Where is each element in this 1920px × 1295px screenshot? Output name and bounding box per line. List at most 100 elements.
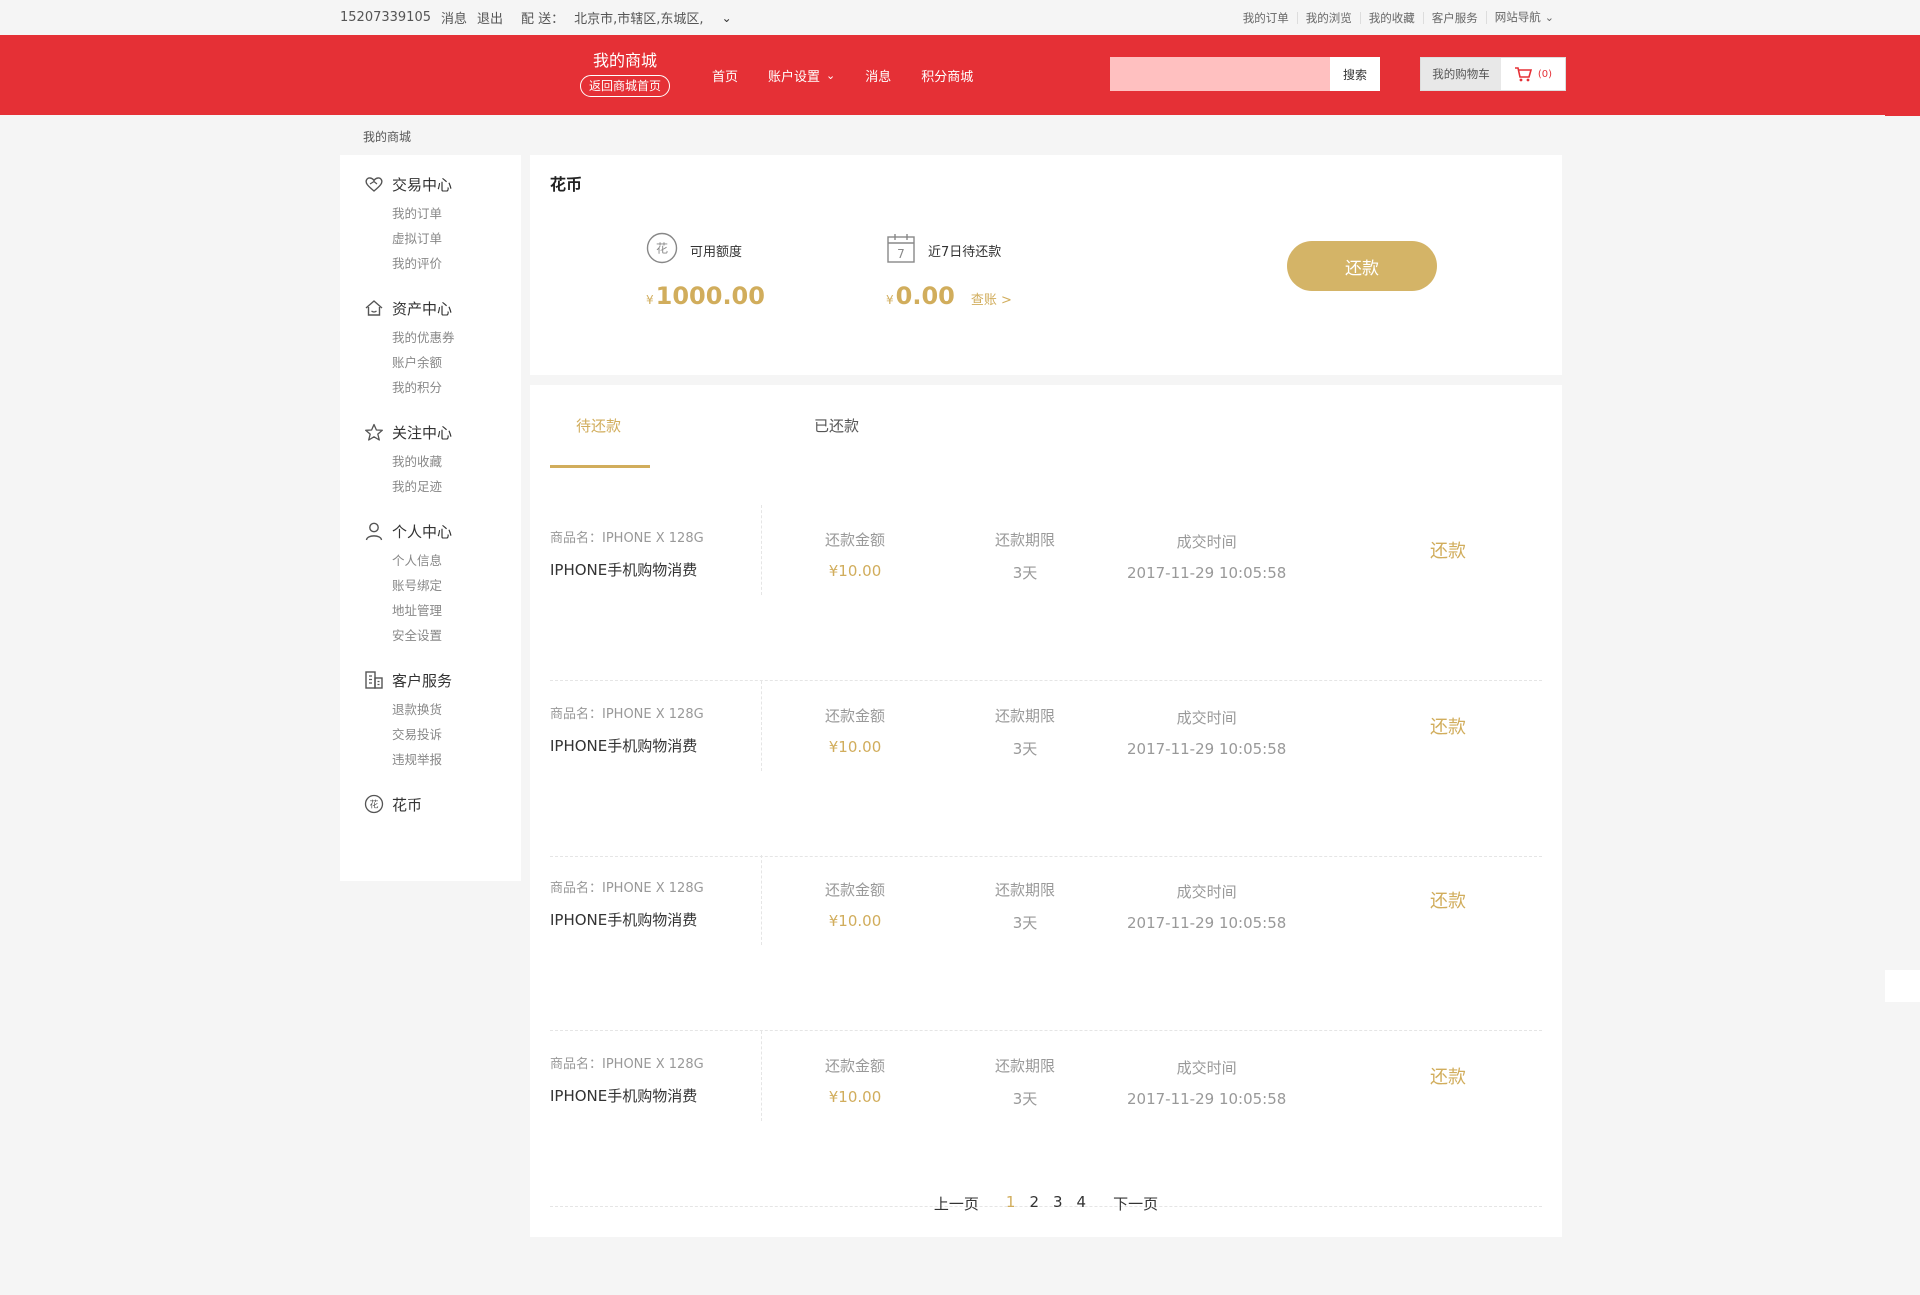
- delivery-address[interactable]: 北京市,市辖区,东城区,: [574, 8, 703, 27]
- nav-points-mall[interactable]: 积分商城: [921, 66, 973, 85]
- sidebar-item-report[interactable]: 违规举报: [364, 747, 452, 772]
- nav-home[interactable]: 首页: [712, 66, 738, 85]
- prev-page-button[interactable]: 上一页: [934, 1193, 979, 1214]
- sidebar-item-coupons[interactable]: 我的优惠券: [364, 325, 455, 350]
- record-row: 商品名：IPHONE X 128G IPHONE手机购物消费 还款金额 ¥10.…: [550, 855, 1542, 1031]
- available-credit-label: 可用额度: [690, 244, 743, 260]
- sidebar-item-addresses[interactable]: 地址管理: [364, 598, 452, 623]
- record-amount-value: ¥10.00: [828, 562, 882, 580]
- due-7days-label: 近7日待还款: [928, 244, 1002, 260]
- page-3-button[interactable]: 3: [1053, 1193, 1063, 1214]
- sidebar-item-profile[interactable]: 个人信息: [364, 548, 452, 573]
- repay-button[interactable]: 还款: [1287, 241, 1437, 291]
- sidebar-item-account-binding[interactable]: 账号绑定: [364, 573, 452, 598]
- sidebar-heading-label: 关注中心: [392, 423, 453, 442]
- top-link-service[interactable]: 客户服务: [1422, 11, 1486, 24]
- cart-count: (0): [1537, 68, 1553, 80]
- due-7days-value: 0.00: [895, 282, 955, 310]
- tab-pending[interactable]: 待还款: [576, 415, 621, 436]
- top-bar: 15207339105 消息 退出 配 送： 北京市,市辖区,东城区, ⌄ 我的…: [0, 0, 1920, 35]
- page-4-button[interactable]: 4: [1077, 1193, 1087, 1214]
- record-term-label: 还款期限: [995, 531, 1056, 549]
- record-amount: 还款金额 ¥10.00: [825, 1055, 885, 1106]
- top-link-orders[interactable]: 我的订单: [1235, 12, 1297, 24]
- sidebar-item-refund[interactable]: 退款换货: [364, 697, 452, 722]
- record-time-value: 2017-11-29 10:05:58: [1127, 914, 1287, 932]
- cart-label[interactable]: 我的购物车: [1421, 58, 1501, 90]
- sidebar-item-balance[interactable]: 账户余额: [364, 350, 455, 375]
- record-repay-button[interactable]: 还款: [1430, 1063, 1466, 1089]
- floating-side-widget[interactable]: [1885, 970, 1920, 1002]
- top-link-history[interactable]: 我的浏览: [1296, 11, 1360, 24]
- sidebar-group-service: 客户服务 退款换货 交易投诉 违规举报: [364, 669, 452, 772]
- record-repay-button[interactable]: 还款: [1430, 537, 1466, 563]
- record-model: 商品名：IPHONE X 128G: [550, 707, 704, 722]
- record-model: 商品名：IPHONE X 128G: [550, 1057, 704, 1072]
- sidebar-heading-label: 交易中心: [392, 175, 453, 194]
- main-header: 我的商城 返回商城首页 首页 账户设置 ⌄ 消息 积分商城 搜索 我的购物车 (…: [0, 35, 1920, 115]
- page-2-button[interactable]: 2: [1029, 1193, 1039, 1214]
- sidebar-item-complaint[interactable]: 交易投诉: [364, 722, 452, 747]
- record-time-label: 成交时间: [1176, 533, 1237, 551]
- sidebar-heading-assets[interactable]: 资产中心: [364, 297, 455, 319]
- record-amount: 还款金额 ¥10.00: [825, 705, 885, 756]
- logout-link[interactable]: 退出: [477, 8, 503, 27]
- sidebar-item-points[interactable]: 我的积分: [364, 375, 455, 400]
- search-input[interactable]: [1110, 57, 1330, 91]
- record-repay-button[interactable]: 还款: [1430, 887, 1466, 913]
- record-term-label: 还款期限: [995, 707, 1056, 725]
- nav-messages[interactable]: 消息: [865, 66, 891, 85]
- sidebar-heading-service[interactable]: 客户服务: [364, 669, 452, 691]
- sidebar-heading-label: 个人中心: [392, 522, 453, 541]
- sidebar-item-my-orders[interactable]: 我的订单: [364, 201, 452, 226]
- top-bar-right: 我的订单 我的浏览 我的收藏 客户服务 网站导航 ⌄: [1235, 0, 1562, 35]
- record-name: IPHONE手机购物消费: [550, 1087, 698, 1105]
- record-time-value: 2017-11-29 10:05:58: [1127, 740, 1287, 758]
- record-term: 还款期限 3天: [995, 705, 1055, 759]
- check-account-link[interactable]: 查账 >: [971, 293, 1012, 308]
- breadcrumb[interactable]: 我的商城: [363, 128, 411, 145]
- record-time-label: 成交时间: [1176, 883, 1237, 901]
- nav-account-settings[interactable]: 账户设置 ⌄: [768, 66, 835, 85]
- cart-count-box[interactable]: (0): [1501, 58, 1565, 90]
- page-1-button[interactable]: 1: [1006, 1193, 1016, 1214]
- sidebar-item-my-reviews[interactable]: 我的评价: [364, 251, 452, 276]
- due-7days-amount: ¥0.00 查账 >: [886, 282, 1012, 310]
- sidebar-heading-label: 花币: [392, 795, 423, 814]
- sidebar-item-security[interactable]: 安全设置: [364, 623, 452, 648]
- calendar-icon: 7: [886, 232, 916, 268]
- sidebar-item-virtual-orders[interactable]: 虚拟订单: [364, 226, 452, 251]
- record-time: 成交时间 2017-11-29 10:05:58: [1127, 881, 1286, 932]
- messages-link[interactable]: 消息: [441, 8, 467, 27]
- svg-text:花: 花: [369, 799, 378, 811]
- currency-symbol: ¥: [886, 293, 894, 307]
- record-time-label: 成交时间: [1176, 1059, 1237, 1077]
- panel-title: 花币: [550, 175, 583, 194]
- record-time: 成交时间 2017-11-29 10:05:58: [1127, 531, 1286, 582]
- sidebar-heading-trade[interactable]: 交易中心: [364, 173, 452, 195]
- repayment-records-panel: 待还款 已还款 商品名：IPHONE X 128G IPHONE手机购物消费 还…: [530, 385, 1562, 1237]
- brand-title[interactable]: 我的商城: [580, 51, 670, 71]
- top-link-sitenav[interactable]: 网站导航 ⌄: [1485, 11, 1562, 24]
- next-page-button[interactable]: 下一页: [1113, 1193, 1158, 1214]
- record-repay-button[interactable]: 还款: [1430, 713, 1466, 739]
- back-home-button[interactable]: 返回商城首页: [580, 75, 671, 97]
- sidebar-heading-follow[interactable]: 关注中心: [364, 421, 452, 443]
- top-link-favorites[interactable]: 我的收藏: [1359, 11, 1423, 24]
- sidebar-heading-huabi[interactable]: 花 花币: [364, 793, 422, 815]
- available-credit: 花 可用额度 ¥1000.00: [646, 232, 765, 310]
- record-time-value: 2017-11-29 10:05:58: [1127, 1090, 1287, 1108]
- active-tab-indicator: [550, 465, 650, 468]
- person-icon: [364, 521, 384, 541]
- search-button[interactable]: 搜索: [1330, 57, 1380, 91]
- record-term: 还款期限 3天: [995, 879, 1055, 933]
- sidebar-heading-personal[interactable]: 个人中心: [364, 520, 452, 542]
- heart-hands-icon: [364, 174, 384, 194]
- sidebar-item-favorites[interactable]: 我的收藏: [364, 449, 452, 474]
- sidebar-item-footprints[interactable]: 我的足迹: [364, 474, 452, 499]
- record-model: 商品名：IPHONE X 128G: [550, 881, 704, 896]
- cart[interactable]: 我的购物车 (0): [1420, 57, 1566, 91]
- chevron-down-icon[interactable]: ⌄: [722, 11, 732, 25]
- chevron-down-icon: ⌄: [1544, 11, 1554, 24]
- tab-repaid[interactable]: 已还款: [814, 415, 859, 436]
